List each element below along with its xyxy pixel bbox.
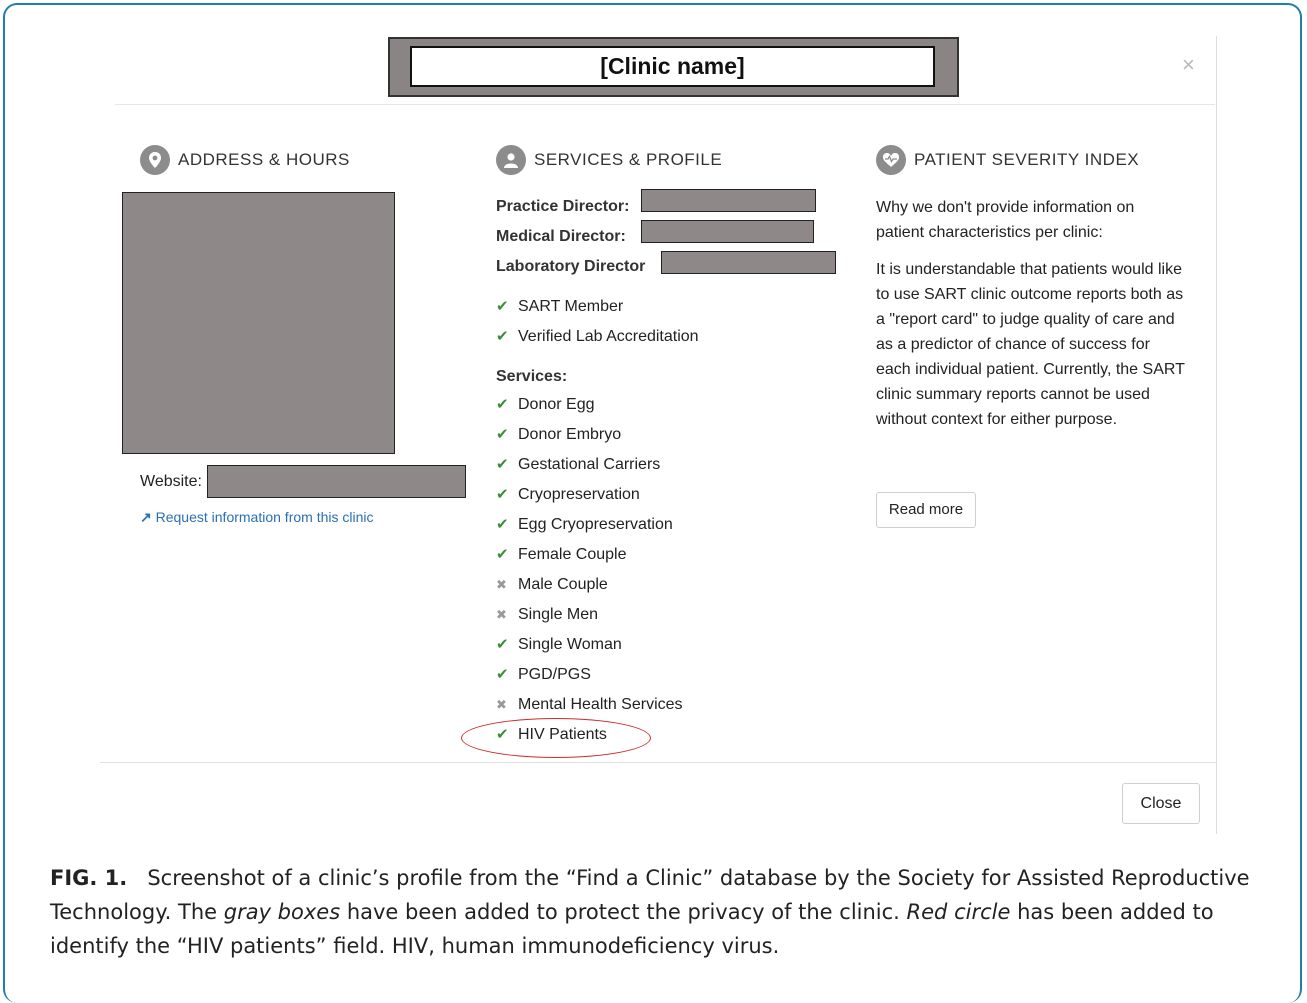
caption-emphasis-2: Red circle [906,900,1011,924]
practice-director-label: Practice Director: [496,198,630,215]
severity-label: PATIENT SEVERITY INDEX [914,150,1140,169]
practice-director-redaction [641,189,816,212]
check-icon: ✔ [496,636,509,653]
check-icon: ✔ [496,456,509,473]
service-item: ✔ Donor Egg [496,395,595,415]
cross-icon: ✖ [496,607,507,622]
service-item: ✔ Donor Embryo [496,425,621,445]
modal-right-edge [1216,36,1217,834]
footer-divider [100,762,1216,763]
service-item: ✔ Cryopreservation [496,485,640,505]
address-hours-label: ADDRESS & HOURS [178,150,350,169]
service-item: ✔ PGD/PGS [496,665,591,685]
hiv-highlight-circle [461,718,651,758]
close-button[interactable]: Close [1122,783,1200,824]
check-icon: ✔ [496,666,509,683]
laboratory-director-label: Laboratory Director [496,258,646,275]
check-icon: ✔ [496,426,509,443]
service-label: Egg Cryopreservation [518,516,673,533]
website-redaction [207,465,466,498]
service-item: ✔ Female Couple [496,545,627,565]
severity-body: It is understandable that patients would… [876,261,1185,428]
cross-icon: ✖ [496,577,507,592]
services-profile-heading: SERVICES & PROFILE [496,145,722,175]
service-label: Cryopreservation [518,486,640,503]
caption-text-2: have been added to protect the privacy o… [340,900,907,924]
service-item: ✖ Male Couple [496,575,608,595]
service-item: ✖ Single Men [496,605,598,625]
service-label: Female Couple [518,546,627,563]
service-label: Mental Health Services [518,696,683,713]
service-item: ✔ Egg Cryopreservation [496,515,673,535]
severity-heading: PATIENT SEVERITY INDEX [876,145,1139,175]
services-label: Services: [496,368,568,385]
service-item: ✖ Mental Health Services [496,695,683,715]
laboratory-director-redaction [661,251,836,274]
figure-caption: FIG. 1. Screenshot of a clinic’s profile… [50,861,1270,963]
header-divider [115,104,1215,105]
read-more-button[interactable]: Read more [876,492,976,528]
badge-label: Verified Lab Accreditation [518,328,699,345]
badge-item: ✔ SART Member [496,297,623,317]
check-icon: ✔ [496,546,509,563]
location-pin-icon [140,145,170,175]
close-icon[interactable]: × [1182,54,1195,76]
heartbeat-icon [876,145,906,175]
service-label: Single Woman [518,636,622,653]
service-label: Gestational Carriers [518,456,661,473]
doctor-icon [496,145,526,175]
cross-icon: ✖ [496,697,507,712]
caption-emphasis-1: gray boxes [223,900,341,924]
service-label: PGD/PGS [518,666,591,683]
external-link-icon: ↗ [140,509,156,525]
address-hours-heading: ADDRESS & HOURS [140,145,350,175]
request-info-label: Request information from this clinic [155,509,374,525]
medical-director-label: Medical Director: [496,228,626,245]
figure-label: FIG. 1. [50,866,128,890]
service-label: Male Couple [518,576,608,593]
service-label: Donor Egg [518,396,595,413]
check-icon: ✔ [496,396,509,413]
check-icon: ✔ [496,516,509,533]
service-item: ✔ Gestational Carriers [496,455,660,475]
service-label: Single Men [518,606,599,623]
badge-item: ✔ Verified Lab Accreditation [496,327,699,347]
modal-title: [Clinic name] [410,46,935,87]
service-item: ✔ Single Woman [496,635,622,655]
check-icon: ✔ [496,486,509,503]
check-icon: ✔ [496,298,509,315]
website-label: Website: [140,473,202,490]
service-label: Donor Embryo [518,426,622,443]
check-icon: ✔ [496,328,509,345]
medical-director-redaction [641,220,814,243]
severity-intro: Why we don't provide information on pati… [876,199,1135,241]
services-profile-label: SERVICES & PROFILE [534,150,723,169]
request-info-link[interactable]: ↗ Request information from this clinic [140,509,374,526]
badge-label: SART Member [518,298,624,315]
address-redaction [122,192,395,454]
